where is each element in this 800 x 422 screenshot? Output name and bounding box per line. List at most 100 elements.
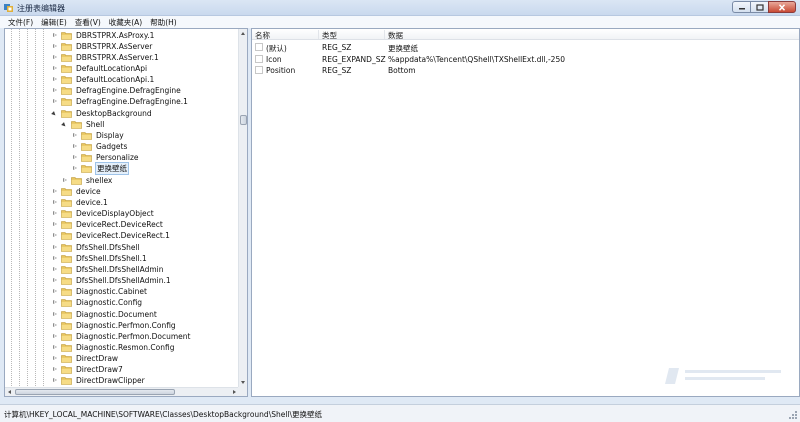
scroll-down-arrow-icon[interactable] — [239, 378, 247, 387]
tree-item[interactable]: Diagnostic.Perfmon.Config — [51, 320, 177, 331]
tree-item[interactable]: DBRSTPRX.AsProxy.1 — [51, 30, 155, 41]
tree-item[interactable]: Display — [71, 130, 125, 141]
tree-item[interactable]: DBRSTPRX.AsServer — [51, 41, 153, 52]
expand-arrow-icon[interactable] — [51, 43, 58, 50]
scroll-up-arrow-icon[interactable] — [239, 29, 247, 38]
tree-item[interactable]: Diagnostic.Resmon.Config — [51, 342, 176, 353]
folder-icon — [61, 187, 72, 196]
expand-arrow-icon[interactable] — [51, 32, 58, 39]
menu-help[interactable]: 帮助(H) — [146, 17, 181, 28]
column-header-type[interactable]: 类型 — [319, 30, 385, 40]
tree-item[interactable]: DefaultLocationApi.1 — [51, 74, 155, 85]
expand-arrow-icon[interactable] — [51, 333, 58, 340]
tree-item[interactable]: DfsShell.DfsShell — [51, 242, 141, 253]
expand-arrow-icon[interactable] — [71, 165, 78, 172]
column-header-data[interactable]: 数据 — [385, 30, 585, 40]
tree-item[interactable]: DfsShell.DfsShellAdmin — [51, 264, 165, 275]
menu-file[interactable]: 文件(F) — [4, 17, 37, 28]
value-row[interactable]: Position REG_SZ Bottom — [252, 65, 799, 76]
collapse-arrow-icon[interactable] — [61, 121, 68, 128]
expand-arrow-icon[interactable] — [71, 132, 78, 139]
expand-arrow-icon[interactable] — [51, 76, 58, 83]
expand-arrow-icon[interactable] — [51, 277, 58, 284]
expand-arrow-icon[interactable] — [51, 98, 58, 105]
tree-vertical-scrollbar[interactable] — [238, 29, 247, 396]
tree-item[interactable]: Diagnostic.Cabinet — [51, 286, 148, 297]
tree-item[interactable]: DefaultLocationApi — [51, 63, 148, 74]
folder-icon — [71, 120, 82, 129]
expand-arrow-icon[interactable] — [51, 344, 58, 351]
expand-arrow-icon[interactable] — [51, 188, 58, 195]
expand-arrow-icon[interactable] — [51, 377, 58, 384]
expand-arrow-icon[interactable] — [51, 232, 58, 239]
expand-arrow-icon[interactable] — [51, 266, 58, 273]
menu-view[interactable]: 查看(V) — [71, 17, 105, 28]
tree-item[interactable]: DefragEngine.DefragEngine.1 — [51, 96, 189, 107]
tree-item[interactable]: DfsShell.DfsShell.1 — [51, 253, 148, 264]
expand-arrow-icon[interactable] — [51, 366, 58, 373]
expand-arrow-icon[interactable] — [51, 299, 58, 306]
value-row[interactable]: Icon REG_EXPAND_SZ %appdata%\Tencent\QShel… — [252, 54, 799, 65]
expand-arrow-icon[interactable] — [51, 355, 58, 362]
tree-item-label: DefaultLocationApi — [76, 63, 148, 73]
expand-arrow-icon[interactable] — [51, 311, 58, 318]
tree-item[interactable]: DfsShell.DfsShellAdmin.1 — [51, 275, 172, 286]
tree-item[interactable]: DeviceDisplayObject — [51, 208, 155, 219]
tree-item[interactable]: Gadgets — [71, 141, 128, 152]
collapse-arrow-icon[interactable] — [51, 110, 58, 117]
expand-arrow-icon[interactable] — [51, 54, 58, 61]
tree-item[interactable]: 更换壁纸 — [71, 162, 129, 176]
tree-item[interactable]: DirectDraw — [51, 353, 119, 364]
tree-item[interactable]: DirectDraw7 — [51, 364, 124, 375]
expand-arrow-icon[interactable] — [51, 65, 58, 72]
expand-arrow-icon[interactable] — [51, 199, 58, 206]
value-row[interactable]: (默认) REG_SZ 更换壁纸 — [252, 42, 799, 53]
column-headers: 名称 类型 数据 — [252, 29, 799, 40]
tree-item[interactable]: shellex — [61, 175, 113, 186]
tree-item[interactable]: Diagnostic.Perfmon.Document — [51, 331, 191, 342]
tree-item[interactable]: DirectDrawClipper — [51, 375, 146, 386]
scroll-left-arrow-icon[interactable] — [5, 388, 14, 396]
expand-arrow-icon[interactable] — [71, 154, 78, 161]
minimize-button[interactable] — [732, 1, 750, 13]
expand-arrow-icon[interactable] — [61, 177, 68, 184]
maximize-button[interactable] — [750, 1, 768, 13]
tree-item[interactable]: device — [51, 186, 102, 197]
scroll-thumb[interactable] — [240, 115, 247, 125]
tree-item[interactable]: Diagnostic.Config — [51, 297, 143, 308]
tree-item[interactable]: DefragEngine.DefragEngine — [51, 85, 182, 96]
expand-arrow-icon[interactable] — [51, 210, 58, 217]
expand-arrow-icon[interactable] — [51, 288, 58, 295]
expand-arrow-icon[interactable] — [51, 221, 58, 228]
resize-grip-icon[interactable] — [788, 410, 798, 420]
tree-item[interactable]: Diagnostic.Document — [51, 309, 158, 320]
expand-arrow-icon[interactable] — [51, 87, 58, 94]
tree-item[interactable]: DeviceRect.DeviceRect — [51, 219, 164, 230]
expand-arrow-icon[interactable] — [51, 244, 58, 251]
folder-icon — [71, 176, 82, 185]
tree-item-label: Shell — [86, 119, 105, 129]
column-header-name[interactable]: 名称 — [252, 30, 319, 40]
tree-item[interactable]: DesktopBackground — [51, 108, 153, 119]
scrollbar-corner — [238, 387, 247, 396]
registry-key-tree[interactable]: DBRSTPRX.AsProxy.1 DBRSTPRX.AsServer DBRST… — [4, 28, 248, 397]
registry-values-list[interactable]: 名称 类型 数据 (默认) REG_SZ 更换壁纸 Icon REG_EXPAND_SZ… — [251, 28, 800, 397]
tree-item[interactable]: Shell — [61, 119, 105, 130]
folder-icon — [61, 377, 72, 386]
expand-arrow-icon[interactable] — [51, 322, 58, 329]
menu-edit[interactable]: 编辑(E) — [37, 17, 71, 28]
scroll-thumb-horizontal[interactable] — [15, 389, 175, 395]
folder-icon — [81, 143, 92, 151]
tree-item-label: DeviceRect.DeviceRect.1 — [76, 231, 170, 241]
title-bar[interactable]: 注册表编辑器 — [0, 0, 800, 16]
tree-item[interactable]: DBRSTPRX.AsServer.1 — [51, 52, 160, 63]
folder-icon — [61, 31, 72, 40]
tree-item[interactable]: DeviceRect.DeviceRect.1 — [51, 230, 171, 241]
menu-favorites[interactable]: 收藏夹(A) — [105, 17, 146, 28]
tree-item-label: DesktopBackground — [76, 108, 152, 118]
expand-arrow-icon[interactable] — [51, 255, 58, 262]
tree-item[interactable]: device.1 — [51, 197, 109, 208]
close-button[interactable] — [768, 1, 796, 13]
expand-arrow-icon[interactable] — [71, 143, 78, 150]
tree-horizontal-scrollbar[interactable] — [5, 387, 239, 396]
